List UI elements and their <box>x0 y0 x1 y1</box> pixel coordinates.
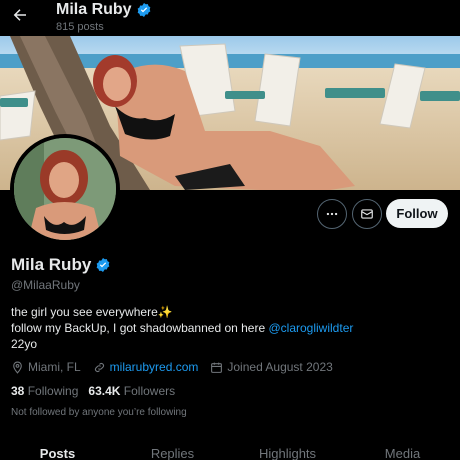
header-name-row: Mila Ruby <box>56 1 152 19</box>
profile-tabs: Posts Replies Highlights Media <box>0 443 460 460</box>
followers-count: 63.4K <box>88 384 121 398</box>
bio-line-3: 22yo <box>11 337 38 351</box>
bio-line-2: follow my BackUp, I got shadowbanned on … <box>11 320 353 336</box>
tab-replies[interactable]: Replies <box>115 443 230 460</box>
joined-item: Joined August 2023 <box>210 360 333 374</box>
location-text: Miami, FL <box>28 360 81 374</box>
profile-bio: the girl you see everywhere✨ follow my B… <box>11 304 353 352</box>
header-post-count: 815 posts <box>56 21 104 33</box>
profile-meta: Miami, FL milarubyred.com Joined August … <box>11 360 345 374</box>
message-icon <box>361 209 373 219</box>
calendar-icon <box>211 362 223 373</box>
profile-name: Mila Ruby <box>11 255 92 274</box>
following-count: 38 <box>11 384 25 398</box>
followers-label: Followers <box>123 384 176 398</box>
following-label: Following <box>27 384 79 398</box>
tab-media[interactable]: Media <box>345 443 460 460</box>
bio-mention-link[interactable]: @clarogliwildter <box>268 321 353 335</box>
more-icon <box>326 212 338 216</box>
not-followed-note: Not followed by anyone you’re following <box>11 407 187 418</box>
follow-counts: 38 Following 63.4K Followers <box>11 384 175 398</box>
tab-highlights[interactable]: Highlights <box>230 443 345 460</box>
verified-badge-icon <box>137 3 150 17</box>
website-item: milarubyred.com <box>93 360 199 374</box>
location-item: Miami, FL <box>11 360 81 374</box>
message-button[interactable] <box>352 199 382 229</box>
bio-line-1: the girl you see everywhere✨ <box>11 305 173 319</box>
avatar[interactable] <box>10 134 120 244</box>
follow-button[interactable]: Follow <box>386 199 448 228</box>
location-pin-icon <box>13 361 22 374</box>
profile-header-bar: Mila Ruby 815 posts <box>0 0 460 36</box>
website-link[interactable]: milarubyred.com <box>110 360 199 374</box>
verified-badge-icon[interactable] <box>95 257 111 273</box>
header-name: Mila Ruby <box>56 1 132 18</box>
bio-line-2-text: follow my BackUp, I got shadowbanned on … <box>11 321 269 335</box>
back-arrow-icon[interactable] <box>8 3 32 27</box>
followers-link[interactable]: 63.4K Followers <box>88 384 175 398</box>
tab-posts[interactable]: Posts <box>0 443 115 460</box>
following-link[interactable]: 38 Following <box>11 384 78 398</box>
more-options-button[interactable] <box>317 199 347 229</box>
link-icon <box>94 362 104 372</box>
profile-name-row: Mila Ruby <box>11 255 111 275</box>
profile-handle: @MilaaRuby <box>11 278 80 292</box>
joined-text: Joined August 2023 <box>227 360 333 374</box>
